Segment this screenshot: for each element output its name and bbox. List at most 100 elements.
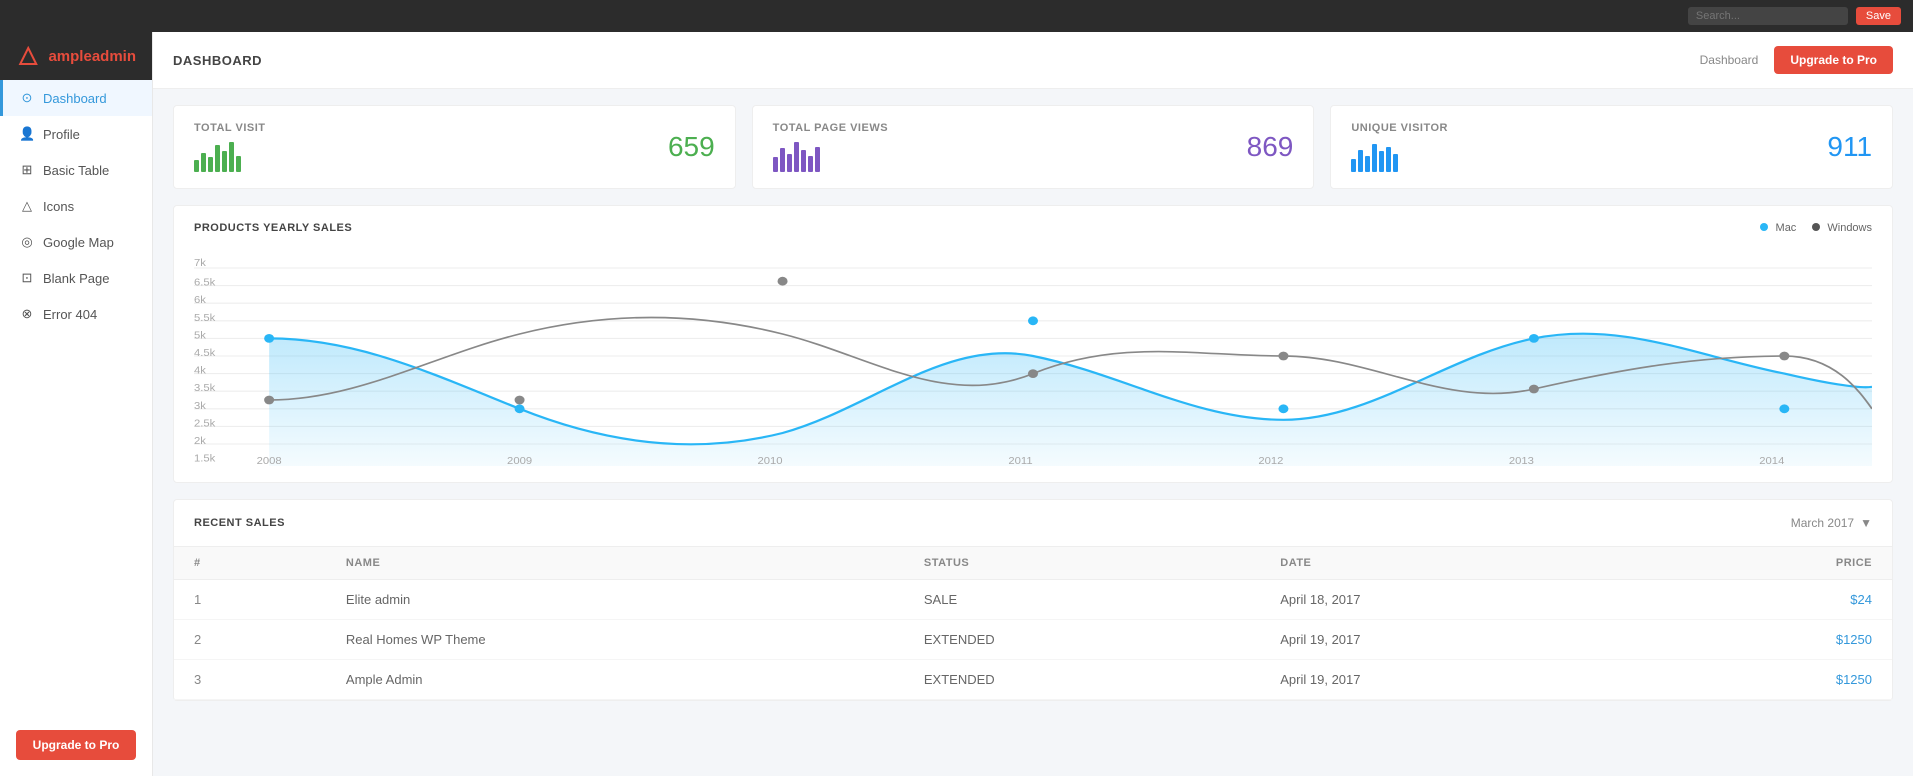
- svg-text:2.5k: 2.5k: [194, 418, 216, 429]
- svg-text:2011: 2011: [1008, 455, 1032, 466]
- chevron-down-icon: ▼: [1860, 516, 1872, 530]
- windows-point: [1028, 369, 1038, 378]
- table-filter[interactable]: March 2017 ▼: [1791, 516, 1872, 530]
- page-header: DASHBOARD Dashboard Upgrade to Pro: [153, 32, 1913, 89]
- sidebar-item-profile[interactable]: 👤 Profile: [0, 116, 152, 152]
- cell-name: Ample Admin: [326, 660, 904, 700]
- sidebar-item-google-map[interactable]: ◎ Google Map: [0, 224, 152, 260]
- windows-point: [264, 396, 274, 405]
- mac-dot: [1760, 223, 1768, 231]
- mac-point: [1529, 334, 1539, 343]
- windows-point: [1779, 352, 1789, 361]
- svg-text:2k: 2k: [194, 436, 207, 447]
- sidebar-item-label: Basic Table: [43, 163, 109, 178]
- page-title: DASHBOARD: [173, 53, 262, 68]
- cell-date: April 18, 2017: [1260, 580, 1647, 620]
- stat-label: TOTAL PAGE VIEWS: [773, 122, 888, 134]
- error-icon: ⊗: [19, 306, 35, 322]
- cell-date: April 19, 2017: [1260, 620, 1647, 660]
- svg-text:4.5k: 4.5k: [194, 348, 216, 359]
- logo-text: ampleadmin: [48, 48, 136, 65]
- cell-price: $24: [1647, 580, 1892, 620]
- stat-value-visit: 659: [668, 131, 715, 163]
- svg-text:6k: 6k: [194, 295, 207, 306]
- mac-point: [1278, 404, 1288, 413]
- svg-text:4k: 4k: [194, 365, 207, 376]
- svg-text:2013: 2013: [1509, 455, 1534, 466]
- cell-num: 1: [174, 580, 326, 620]
- table-row: 1 Elite admin SALE April 18, 2017 $24: [174, 580, 1892, 620]
- col-date: DATE: [1260, 547, 1647, 580]
- table-row: 2 Real Homes WP Theme EXTENDED April 19,…: [174, 620, 1892, 660]
- icons-icon: △: [19, 198, 35, 214]
- cell-price: $1250: [1647, 660, 1892, 700]
- profile-icon: 👤: [19, 126, 35, 142]
- sidebar-item-blank-page[interactable]: ⊡ Blank Page: [0, 260, 152, 296]
- legend-windows: Windows: [1812, 222, 1872, 234]
- windows-point: [1278, 352, 1288, 361]
- windows-dot: [1812, 223, 1820, 231]
- topbar-save-button[interactable]: Save: [1856, 7, 1901, 25]
- blank-page-icon: ⊡: [19, 270, 35, 286]
- filter-label: March 2017: [1791, 516, 1854, 530]
- svg-text:2012: 2012: [1258, 455, 1283, 466]
- legend-mac: Mac: [1760, 222, 1796, 234]
- svg-text:6.5k: 6.5k: [194, 277, 216, 288]
- chart-container: 7k 6.5k 6k 5.5k 5k 4.5k 4k 3.5k 3k 2.5k …: [194, 246, 1872, 466]
- windows-point: [515, 396, 525, 405]
- table-icon: ⊞: [19, 162, 35, 178]
- map-icon: ◎: [19, 234, 35, 250]
- mac-point: [515, 404, 525, 413]
- sidebar-upgrade: Upgrade to Pro: [0, 714, 152, 776]
- header-upgrade-button[interactable]: Upgrade to Pro: [1774, 46, 1893, 74]
- svg-text:7k: 7k: [194, 257, 207, 268]
- chart-legend: Mac Windows: [1760, 222, 1872, 234]
- chart-section: PRODUCTS YEARLY SALES Mac Windows: [173, 205, 1893, 483]
- cell-num: 2: [174, 620, 326, 660]
- cell-status: EXTENDED: [904, 620, 1260, 660]
- topbar-search[interactable]: [1688, 7, 1848, 25]
- sidebar: ampleadmin ⊙ Dashboard 👤 Profile ⊞ Basic…: [0, 32, 153, 776]
- stat-card-page-views: TOTAL PAGE VIEWS 869: [752, 105, 1315, 189]
- cell-date: April 19, 2017: [1260, 660, 1647, 700]
- svg-text:5.5k: 5.5k: [194, 312, 216, 323]
- svg-text:5k: 5k: [194, 330, 207, 341]
- col-name: NAME: [326, 547, 904, 580]
- sidebar-item-label: Google Map: [43, 235, 114, 250]
- svg-text:3k: 3k: [194, 400, 207, 411]
- cell-price: $1250: [1647, 620, 1892, 660]
- svg-text:3.5k: 3.5k: [194, 383, 216, 394]
- sidebar-item-label: Error 404: [43, 307, 97, 322]
- cell-num: 3: [174, 660, 326, 700]
- svg-text:2009: 2009: [507, 455, 532, 466]
- cell-name: Elite admin: [326, 580, 904, 620]
- breadcrumb: Dashboard: [1700, 53, 1759, 67]
- sidebar-item-error-404[interactable]: ⊗ Error 404: [0, 296, 152, 332]
- stat-bars-visit: [194, 142, 266, 172]
- sidebar-item-label: Icons: [43, 199, 74, 214]
- sidebar-item-dashboard[interactable]: ⊙ Dashboard: [0, 80, 152, 116]
- dashboard-icon: ⊙: [19, 90, 35, 106]
- sidebar-item-icons[interactable]: △ Icons: [0, 188, 152, 224]
- col-status: STATUS: [904, 547, 1260, 580]
- table-header-row: # NAME STATUS DATE PRICE: [174, 547, 1892, 580]
- mac-point: [1028, 316, 1038, 325]
- windows-point: [1529, 385, 1539, 394]
- sidebar-item-label: Dashboard: [43, 91, 107, 106]
- stat-label: TOTAL VISIT: [194, 122, 266, 134]
- sidebar-item-label: Profile: [43, 127, 80, 142]
- sidebar-item-basic-table[interactable]: ⊞ Basic Table: [0, 152, 152, 188]
- topbar: Save: [0, 0, 1913, 32]
- col-num: #: [174, 547, 326, 580]
- breadcrumb-home[interactable]: Dashboard: [1700, 53, 1759, 67]
- sidebar-upgrade-button[interactable]: Upgrade to Pro: [16, 730, 136, 760]
- stat-value-pageviews: 869: [1247, 131, 1294, 163]
- svg-text:2010: 2010: [758, 455, 783, 466]
- logo-icon: [16, 46, 40, 66]
- stat-card-unique-visitor: UNIQUE VISITOR 911: [1330, 105, 1893, 189]
- stat-label: UNIQUE VISITOR: [1351, 122, 1448, 134]
- cell-name: Real Homes WP Theme: [326, 620, 904, 660]
- stat-bars-pageviews: [773, 142, 888, 172]
- cell-status: SALE: [904, 580, 1260, 620]
- svg-text:1.5k: 1.5k: [194, 453, 216, 464]
